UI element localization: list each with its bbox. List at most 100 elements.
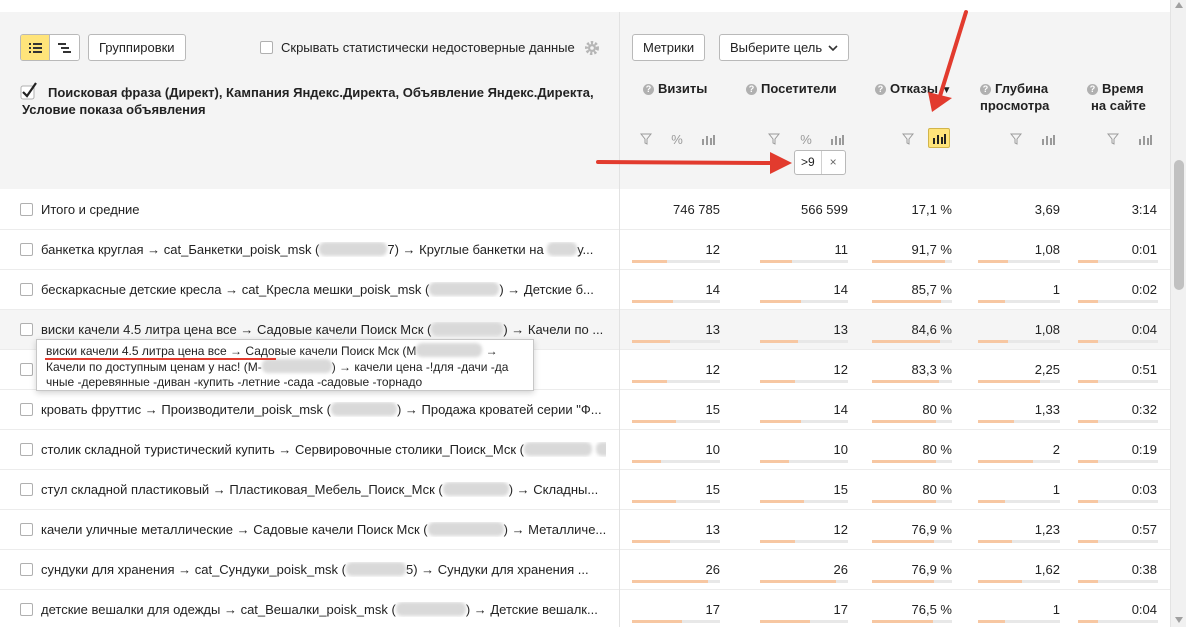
row-label-text: детские вешалки для одежды → cat_Вешалки… — [41, 602, 396, 617]
redacted-id — [416, 343, 483, 357]
table-row[interactable]: сундуки для хранения → cat_Сундуки_poisk… — [0, 550, 1170, 590]
gear-icon[interactable] — [584, 40, 600, 56]
cell-bar — [632, 380, 720, 383]
cell-depth: 1 — [1052, 282, 1060, 297]
col-bounces[interactable]: ? Отказы ▼ — [875, 80, 951, 99]
cell-bar-fill — [978, 300, 1006, 303]
filter-icon[interactable] — [1008, 131, 1024, 147]
chart-icon[interactable] — [700, 131, 716, 147]
cell-bar — [872, 460, 952, 463]
row-label-text: стул складной пластиковый → Пластиковая_… — [41, 482, 443, 497]
cell-time: 0:57 — [1131, 522, 1157, 537]
row-checkbox[interactable] — [20, 603, 33, 616]
row-checkbox[interactable] — [20, 323, 33, 336]
table-row[interactable]: качели уличные металлические → Садовые к… — [0, 510, 1170, 550]
cell-bar — [872, 540, 952, 543]
col-depth[interactable]: ? Глубина просмотра — [980, 80, 1049, 114]
row-checkbox[interactable] — [20, 563, 33, 576]
cell-bar-fill — [760, 540, 796, 543]
cell-visitors: 26 — [833, 562, 848, 577]
grouping-checkbox[interactable] — [20, 82, 38, 103]
row-checkbox[interactable] — [20, 523, 33, 536]
chart-icon[interactable] — [1040, 131, 1056, 147]
chart-icon[interactable] — [1137, 131, 1153, 147]
row-checkbox[interactable] — [20, 443, 33, 456]
cell-bar — [760, 420, 848, 423]
filter-icon[interactable] — [900, 131, 916, 147]
col-visitors[interactable]: ? Посетители — [746, 80, 837, 97]
cell-bar-fill — [872, 300, 941, 303]
cell-bar-fill — [760, 420, 802, 423]
grouping-header-panel: Группировки Скрывать статистически недос… — [0, 12, 620, 189]
list-view-icon[interactable] — [21, 35, 51, 60]
scroll-up-icon[interactable] — [1175, 2, 1183, 8]
table-row[interactable]: стул складной пластиковый → Пластиковая_… — [0, 470, 1170, 510]
cell-bounces: 85,7 % — [911, 282, 952, 297]
cell-bar-fill — [632, 340, 671, 343]
percent-icon[interactable]: % — [669, 131, 685, 147]
cell-bounces: 80 % — [922, 442, 952, 457]
row-label[interactable]: кровать фруттис → Производители_poisk_ms… — [41, 402, 606, 417]
totals-checkbox[interactable] — [20, 203, 33, 216]
help-icon[interactable]: ? — [980, 84, 991, 95]
table-row[interactable]: бескаркасные детские кресла → cat_Кресла… — [0, 270, 1170, 310]
goal-select[interactable]: Выберите цель — [719, 34, 850, 61]
close-icon[interactable]: × — [820, 151, 845, 174]
col-time[interactable]: ? Время на сайте — [1087, 80, 1146, 114]
row-label[interactable]: сундуки для хранения → cat_Сундуки_poisk… — [41, 562, 606, 577]
table-row[interactable]: кровать фруттис → Производители_poisk_ms… — [0, 390, 1170, 430]
row-checkbox[interactable] — [20, 363, 33, 376]
filter-chip-value[interactable]: >9 — [795, 151, 821, 174]
table-row[interactable]: банкетка круглая → cat_Банкетки_poisk_ms… — [0, 230, 1170, 270]
scroll-down-icon[interactable] — [1175, 617, 1183, 623]
hide-unreliable-checkbox[interactable] — [260, 41, 273, 54]
groupings-button[interactable]: Группировки — [88, 34, 186, 61]
cell-bar-fill — [632, 540, 671, 543]
percent-icon[interactable]: % — [798, 131, 814, 147]
help-icon[interactable]: ? — [643, 84, 654, 95]
cell-bar-fill — [872, 260, 946, 263]
row-checkbox[interactable] — [20, 283, 33, 296]
row-checkbox[interactable] — [20, 243, 33, 256]
cell-bar-fill — [632, 620, 682, 623]
row-label[interactable]: банкетка круглая → cat_Банкетки_poisk_ms… — [41, 242, 606, 257]
row-label-text: ) → Качели по ... — [503, 322, 604, 337]
cell-bar-fill — [978, 420, 1015, 423]
filter-icon[interactable] — [1105, 131, 1121, 147]
scroll-thumb[interactable] — [1174, 160, 1184, 290]
row-label[interactable]: детские вешалки для одежды → cat_Вешалки… — [41, 602, 606, 617]
help-icon[interactable]: ? — [746, 84, 757, 95]
help-icon[interactable]: ? — [1087, 84, 1098, 95]
cell-bar-fill — [632, 260, 668, 263]
chart-icon-active[interactable] — [928, 128, 950, 148]
table-row[interactable]: столик складной туристический купить → С… — [0, 430, 1170, 470]
chart-icon[interactable] — [829, 131, 845, 147]
row-label[interactable]: столик складной туристический купить → С… — [41, 442, 606, 457]
row-label[interactable]: виски качели 4.5 литра цена все → Садовы… — [41, 322, 606, 337]
cell-bounces: 76,9 % — [911, 522, 952, 537]
bounce-filter-chip[interactable]: >9 × — [794, 150, 846, 175]
filter-icon[interactable] — [638, 131, 654, 147]
row-label[interactable]: бескаркасные детские кресла → cat_Кресла… — [41, 282, 606, 297]
redacted-id — [261, 359, 332, 373]
row-label[interactable]: качели уличные металлические → Садовые к… — [41, 522, 606, 537]
table-row[interactable]: детские вешалки для одежды → cat_Вешалки… — [0, 590, 1170, 627]
redacted-id — [429, 282, 500, 296]
cell-depth: 1,62 — [1034, 562, 1060, 577]
tree-view-icon[interactable] — [50, 35, 79, 60]
row-label[interactable]: стул складной пластиковый → Пластиковая_… — [41, 482, 606, 497]
col-visits[interactable]: ? Визиты — [643, 80, 707, 97]
metrics-button[interactable]: Метрики — [632, 34, 706, 61]
help-icon[interactable]: ? — [875, 84, 886, 95]
filter-icon[interactable] — [766, 131, 782, 147]
row-label-text: столик складной туристический купить → С… — [41, 442, 524, 457]
cell-bar-fill — [872, 380, 939, 383]
cell-visits: 12 — [705, 242, 720, 257]
cell-bar — [872, 420, 952, 423]
row-checkbox[interactable] — [20, 403, 33, 416]
cell-bar-fill — [760, 580, 837, 583]
cell-bar — [760, 540, 848, 543]
row-checkbox[interactable] — [20, 483, 33, 496]
vertical-scrollbar[interactable] — [1170, 0, 1186, 627]
cell-time: 0:51 — [1131, 362, 1157, 377]
